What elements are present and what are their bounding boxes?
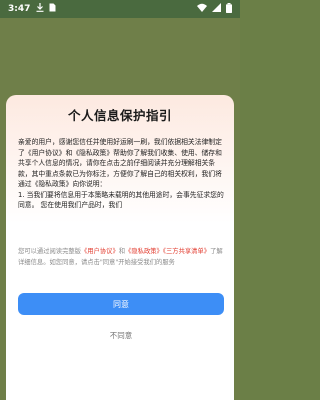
agree-label: 同意	[113, 299, 129, 309]
status-bar: 3:47	[0, 0, 240, 18]
signal-icon	[212, 3, 221, 15]
dialog-body[interactable]: 亲爱的用户，感谢您信任并使用好运刷一刷，我们依据相关法律制定了《用户协议》和《隐…	[18, 137, 224, 239]
agreement-notice: 您可以通过阅读完整版《用户协议》和《隐私政策》《三方共享清单》了解详细信息。如您…	[18, 246, 224, 268]
download-icon	[36, 3, 44, 15]
disagree-button[interactable]: 不同意	[18, 327, 224, 343]
wifi-icon	[197, 3, 207, 15]
privacy-dialog: 个人信息保护指引 亲爱的用户，感谢您信任并使用好运刷一刷，我们依据相关法律制定了…	[6, 95, 234, 400]
disagree-label: 不同意	[109, 330, 133, 340]
agree-button[interactable]: 同意	[18, 293, 224, 315]
status-time: 3:47	[8, 4, 31, 14]
third-party-list-link[interactable]: 《三方共享清单》	[163, 248, 210, 255]
body-paragraph-item-1: 1. 当我们要将信息用于本策略未载明的其他用途时，会事先征求您的同意。 您在使用…	[18, 190, 224, 210]
user-agreement-link[interactable]: 《用户协议》	[81, 248, 119, 255]
sim-icon	[49, 3, 56, 15]
dialog-title: 个人信息保护指引	[67, 108, 172, 123]
notice-prefix: 您可以通过阅读完整版	[18, 248, 81, 255]
battery-icon	[226, 2, 232, 16]
body-paragraph-intro: 亲爱的用户，感谢您信任并使用好运刷一刷，我们依据相关法律制定了《用户协议》和《隐…	[18, 138, 222, 188]
privacy-policy-link[interactable]: 《隐私政策》	[125, 248, 163, 255]
